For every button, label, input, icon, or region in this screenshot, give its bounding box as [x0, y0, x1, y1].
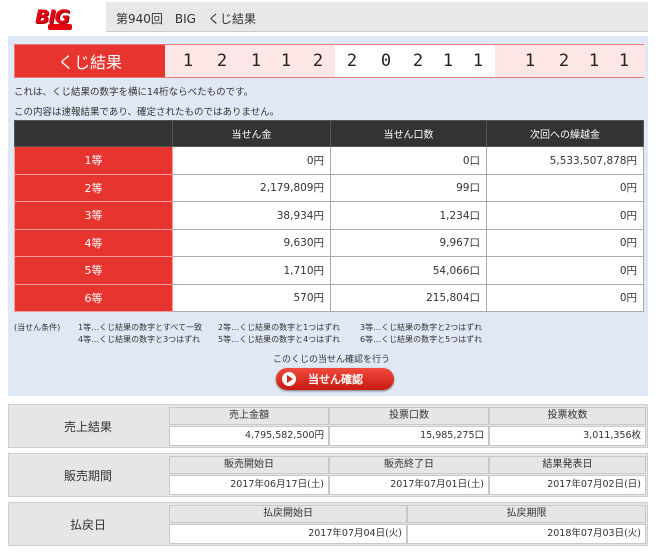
check-button-label: 当せん確認 [308, 373, 363, 386]
sale-start-header: 販売開始日 [169, 456, 329, 474]
count-cell: 215,804口 [330, 283, 487, 312]
sales-period-label: 販売期間 [63, 468, 112, 483]
tickets-count-value: 3,011,356枚 [489, 426, 646, 446]
big-logo[interactable]: BIG [8, 2, 106, 32]
count-cell: 54,066口 [330, 256, 487, 285]
lottery-result-label: くじ結果 [15, 45, 165, 77]
sale-start-value: 2017年06月17日(土) [169, 475, 329, 495]
table-row: 2等 2,179,809円 99口 0円 [14, 173, 644, 202]
payout-label: 払戻日 [69, 517, 106, 532]
grade-cell: 3等 [14, 201, 173, 230]
count-cell: 1,234口 [330, 201, 487, 230]
condition-5: 5等…くじ結果の数字と4つはずれ [218, 335, 341, 344]
sales-amount-header: 売上金額 [169, 407, 329, 425]
digit: 1 [472, 51, 484, 71]
prize-cell: 1,710円 [172, 256, 331, 285]
table-header-grade [14, 120, 173, 147]
carryover-cell: 5,533,507,878円 [486, 146, 644, 175]
digit: 2 [216, 51, 228, 71]
carryover-cell: 0円 [486, 283, 644, 312]
prize-cell: 38,934円 [172, 201, 331, 230]
carryover-cell: 0円 [486, 256, 644, 285]
grade-cell: 5等 [14, 256, 173, 285]
digit: 1 [442, 51, 454, 71]
digit: 2 [346, 51, 358, 71]
digit: 1 [588, 51, 600, 71]
sales-result-section: 売上結果 売上金額 投票口数 投票枚数 4,795,582,500円 15,98… [8, 404, 648, 448]
arrow-right-icon [282, 372, 296, 386]
payout-start-header: 払戻開始日 [169, 505, 407, 523]
check-prompt: このくじの当せん確認を行う [273, 355, 391, 365]
table-row: 3等 38,934円 1,234口 0円 [14, 201, 644, 230]
condition-6: 6等…くじ結果の数字と5つはずれ [360, 335, 483, 344]
check-winning-button[interactable]: 当せん確認 [276, 368, 394, 390]
digit: 1 [524, 51, 536, 71]
result-panel: くじ結果 1 2 1 1 2 2 0 2 1 1 1 2 1 1 これは、くじ結… [8, 36, 648, 396]
grade-cell: 4等 [14, 228, 173, 257]
prize-table: 当せん金 当せん口数 次回への繰越金 1等 0円 0口 5,533,507,87… [14, 120, 644, 312]
digit: 1 [280, 51, 292, 71]
payout-section: 払戻日 払戻開始日 払戻期限 2017年07月04日(火) 2018年07月03… [8, 502, 648, 546]
carryover-cell: 0円 [486, 201, 644, 230]
sale-end-value: 2017年07月01日(土) [329, 475, 489, 495]
payout-start-value: 2017年07月04日(火) [169, 524, 407, 544]
table-header-count: 当せん口数 [330, 120, 487, 147]
prize-cell: 9,630円 [172, 228, 331, 257]
result-date-value: 2017年07月02日(日) [489, 475, 646, 495]
digit: 1 [182, 51, 194, 71]
note-provisional: この内容は速報結果であり、確定されたものではありません。 [14, 107, 280, 118]
page-title: 第940回 BIG くじ結果 [116, 12, 256, 26]
table-row: 5等 1,710円 54,066口 0円 [14, 256, 644, 285]
table-row: 6等 570円 215,804口 0円 [14, 283, 644, 312]
prize-cell: 570円 [172, 283, 331, 312]
condition-1: 1等…くじ結果の数字とすべて一致 [78, 323, 202, 332]
table-row: 4等 9,630円 9,967口 0円 [14, 228, 644, 257]
sales-result-label: 売上結果 [63, 419, 112, 434]
sales-amount-value: 4,795,582,500円 [169, 426, 329, 446]
note-digits: これは、くじ結果の数字を横に14桁ならべたものです。 [14, 87, 254, 98]
sales-period-section: 販売期間 販売開始日 販売終了日 結果発表日 2017年06月17日(土) 20… [8, 453, 648, 497]
table-header-prize: 当せん金 [172, 120, 331, 147]
count-cell: 0口 [330, 146, 487, 175]
logo-underline-icon [48, 24, 72, 30]
prize-cell: 2,179,809円 [172, 173, 331, 202]
grade-cell: 2等 [14, 173, 173, 202]
table-row: 1等 0円 0口 5,533,507,878円 [14, 146, 644, 175]
grade-cell: 6等 [14, 283, 173, 312]
payout-deadline-value: 2018年07月03日(火) [407, 524, 646, 544]
digit: 2 [312, 51, 324, 71]
carryover-cell: 0円 [486, 228, 644, 257]
digit: 1 [250, 51, 262, 71]
lottery-digits: 1 2 1 1 2 2 0 2 1 1 1 2 1 1 [165, 45, 645, 77]
condition-4: 4等…くじ結果の数字と3つはずれ [78, 335, 201, 344]
digit: 1 [618, 51, 630, 71]
prize-cell: 0円 [172, 146, 331, 175]
digit: 0 [380, 51, 392, 71]
condition-2: 2等…くじ結果の数字と1つはずれ [218, 323, 341, 332]
digit: 2 [412, 51, 424, 71]
count-cell: 99口 [330, 173, 487, 202]
tickets-count-header: 投票枚数 [489, 407, 646, 425]
carryover-cell: 0円 [486, 173, 644, 202]
sale-end-header: 販売終了日 [329, 456, 489, 474]
digit: 2 [558, 51, 570, 71]
table-header-row: 当せん金 当せん口数 次回への繰越金 [14, 120, 644, 147]
lottery-result-box: くじ結果 1 2 1 1 2 2 0 2 1 1 1 2 1 1 [14, 44, 645, 78]
table-header-carryover: 次回への繰越金 [486, 120, 644, 147]
condition-3: 3等…くじ結果の数字と2つはずれ [360, 323, 483, 332]
payout-deadline-header: 払戻期限 [407, 505, 646, 523]
conditions-label: (当せん条件) [14, 323, 61, 332]
count-cell: 9,967口 [330, 228, 487, 257]
result-date-header: 結果発表日 [489, 456, 646, 474]
header-bar: BIG 第940回 BIG くじ結果 [8, 2, 648, 32]
votes-count-value: 15,985,275口 [329, 426, 489, 446]
grade-cell: 1等 [14, 146, 173, 175]
votes-count-header: 投票口数 [329, 407, 489, 425]
